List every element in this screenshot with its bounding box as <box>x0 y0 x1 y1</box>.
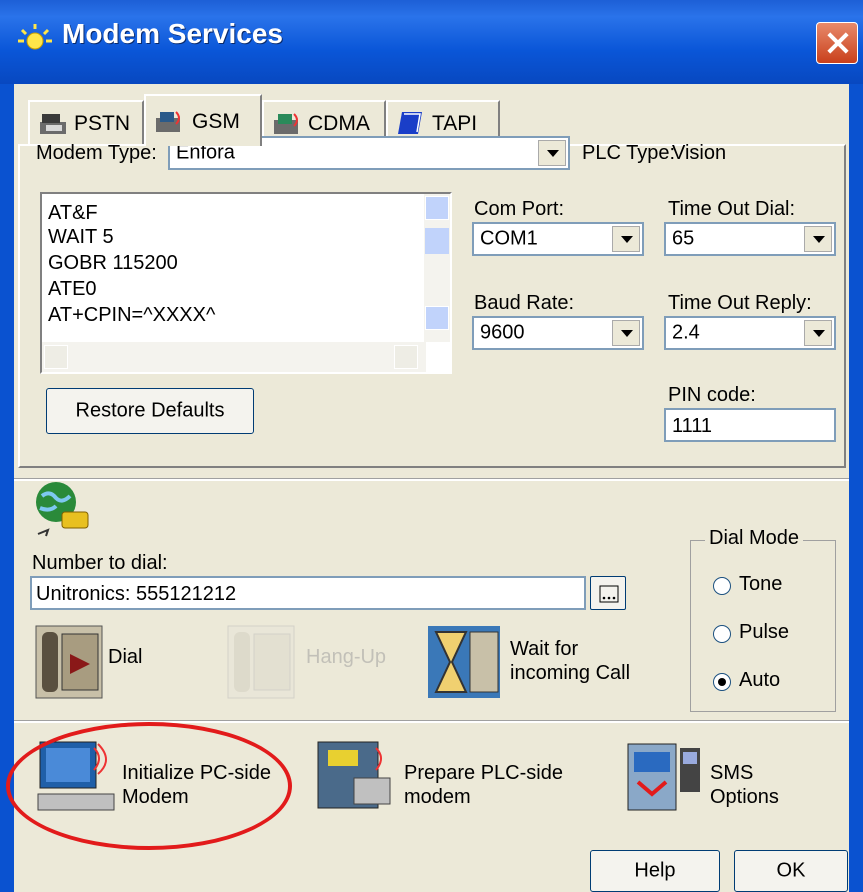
radio-tone[interactable] <box>713 577 731 595</box>
baud-rate-select[interactable]: 9600 <box>472 316 644 350</box>
com-port-label: Com Port: <box>474 198 565 220</box>
wait-label-line2: incoming Call <box>510 662 631 684</box>
restore-defaults-button[interactable]: Restore Defaults <box>46 388 254 434</box>
scroll-up-icon[interactable] <box>425 196 449 220</box>
annotation-circle <box>6 722 292 850</box>
chevron-down-icon[interactable] <box>612 226 640 252</box>
phonebook-button[interactable] <box>590 576 626 610</box>
prepare-plc-side-modem-button[interactable]: Prepare PLC-side modem <box>314 738 574 818</box>
com-port-select[interactable]: COM1 <box>472 222 644 256</box>
scroll-left-icon[interactable] <box>44 345 68 369</box>
chevron-down-icon[interactable] <box>612 320 640 346</box>
plc-type-label: PLC Type: <box>582 142 676 164</box>
timeout-dial-label: Time Out Dial: <box>668 198 796 220</box>
plc-type-value: Vision <box>672 142 727 164</box>
chevron-down-icon[interactable] <box>538 140 566 166</box>
tab-gsm-label: GSM <box>192 110 240 133</box>
sms-label-line1: SMS <box>710 762 754 784</box>
init-command-line: AT+CPIN=^XXXX^ <box>48 304 216 326</box>
timeout-reply-label: Time Out Reply: <box>668 292 812 314</box>
hang-up-label: Hang-Up <box>306 646 387 668</box>
cdma-modem-icon <box>274 113 298 134</box>
wait-label-line1: Wait for <box>510 638 579 660</box>
scroll-thumb[interactable] <box>425 228 449 254</box>
hang-up-phone-icon <box>227 625 295 699</box>
gsm-modem-icon <box>156 111 180 132</box>
baud-rate-label: Baud Rate: <box>474 292 575 314</box>
hourglass-icon <box>428 626 500 698</box>
sms-label-line2: Options <box>710 786 779 808</box>
sms-icon <box>627 743 700 811</box>
chevron-down-icon[interactable] <box>804 320 832 346</box>
prepare-plc-label-line2: modem <box>404 786 471 808</box>
init-command-line: AT&F <box>48 202 98 224</box>
dial-mode-group: Dial Mode Tone Pulse Auto <box>690 527 836 712</box>
sms-options-button[interactable]: SMS Options <box>624 738 824 818</box>
plc-modem-icon <box>317 741 391 809</box>
close-icon[interactable] <box>816 22 858 64</box>
timeout-dial-select[interactable]: 65 <box>664 222 836 256</box>
scroll-down-icon[interactable] <box>425 306 449 330</box>
tab-gsm[interactable]: GSM <box>144 94 262 146</box>
dial-phone-icon <box>35 625 103 699</box>
horizontal-scrollbar[interactable] <box>42 342 426 372</box>
ellipsis-icon <box>599 585 619 603</box>
init-command-line: ATE0 <box>48 278 97 300</box>
vertical-scrollbar[interactable] <box>424 194 450 342</box>
scroll-right-icon[interactable] <box>394 345 418 369</box>
dial-label: Dial <box>108 646 143 668</box>
ok-button[interactable]: OK <box>734 850 848 892</box>
timeout-reply-select[interactable]: 2.4 <box>664 316 836 350</box>
modem-services-dialog: Modem Services PSTN GSM CDMA TAPI Modem … <box>0 0 863 892</box>
tab-tapi-label: TAPI <box>432 112 478 135</box>
tab-pstn-label: PSTN <box>74 112 131 135</box>
wait-for-incoming-call-button[interactable]: Wait for incoming Call <box>426 624 646 702</box>
radio-auto-label: Auto <box>739 669 781 691</box>
window-title: Modem Services <box>62 18 283 49</box>
dial-button[interactable]: Dial <box>34 624 174 702</box>
divider <box>14 478 849 481</box>
prepare-plc-label-line1: Prepare PLC-side <box>404 762 563 784</box>
window-frame-right <box>849 84 863 892</box>
dial-mode-title: Dial Mode <box>705 527 804 550</box>
radio-auto[interactable] <box>713 673 731 691</box>
init-command-line: WAIT 5 <box>48 226 114 248</box>
number-to-dial-label: Number to dial: <box>32 552 168 574</box>
init-command-line: GOBR 115200 <box>48 252 178 274</box>
help-button[interactable]: Help <box>590 850 720 892</box>
sun-icon <box>18 24 52 50</box>
phone-modem-icon <box>40 114 66 134</box>
radio-pulse-label: Pulse <box>739 621 790 643</box>
tab-cdma-label: CDMA <box>308 112 370 135</box>
init-commands-textarea[interactable]: AT&F WAIT 5 GOBR 115200 ATE0 AT+CPIN=^XX… <box>40 192 452 374</box>
globe-phone-icon <box>36 482 89 537</box>
radio-tone-label: Tone <box>739 573 783 595</box>
tapi-book-icon <box>398 112 422 134</box>
pin-code-label: PIN code: <box>668 384 756 406</box>
tab-pstn[interactable]: PSTN <box>28 100 144 144</box>
title-bar[interactable]: Modem Services <box>0 0 863 84</box>
number-to-dial-field[interactable]: Unitronics: 555121212 <box>30 576 586 610</box>
hang-up-button[interactable]: Hang-Up <box>226 624 406 702</box>
chevron-down-icon[interactable] <box>804 226 832 252</box>
modem-type-label: Modem Type: <box>36 142 157 164</box>
radio-pulse[interactable] <box>713 625 731 643</box>
pin-code-field[interactable]: 1111 <box>664 408 836 442</box>
